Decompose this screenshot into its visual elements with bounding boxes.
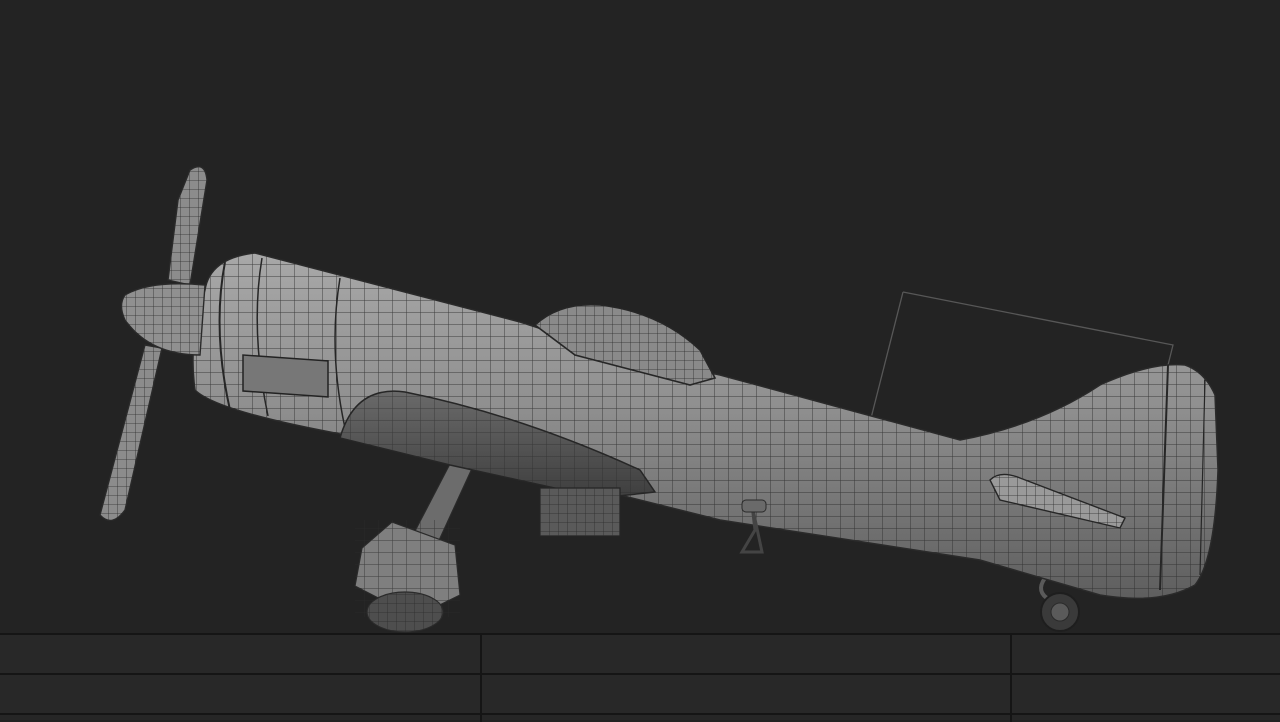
3d-viewport[interactable]: [0, 0, 1280, 633]
column-divider[interactable]: [480, 635, 482, 722]
spinner[interactable]: [120, 283, 206, 356]
aircraft-model[interactable]: [0, 0, 1280, 633]
track-divider-bottom: [0, 713, 1280, 715]
timeline-panel[interactable]: [0, 633, 1280, 722]
main-landing-gear[interactable]: [354, 459, 476, 633]
timeline-track-1[interactable]: [0, 635, 1280, 673]
column-divider[interactable]: [1010, 635, 1012, 722]
timeline-track-2[interactable]: [0, 675, 1280, 713]
